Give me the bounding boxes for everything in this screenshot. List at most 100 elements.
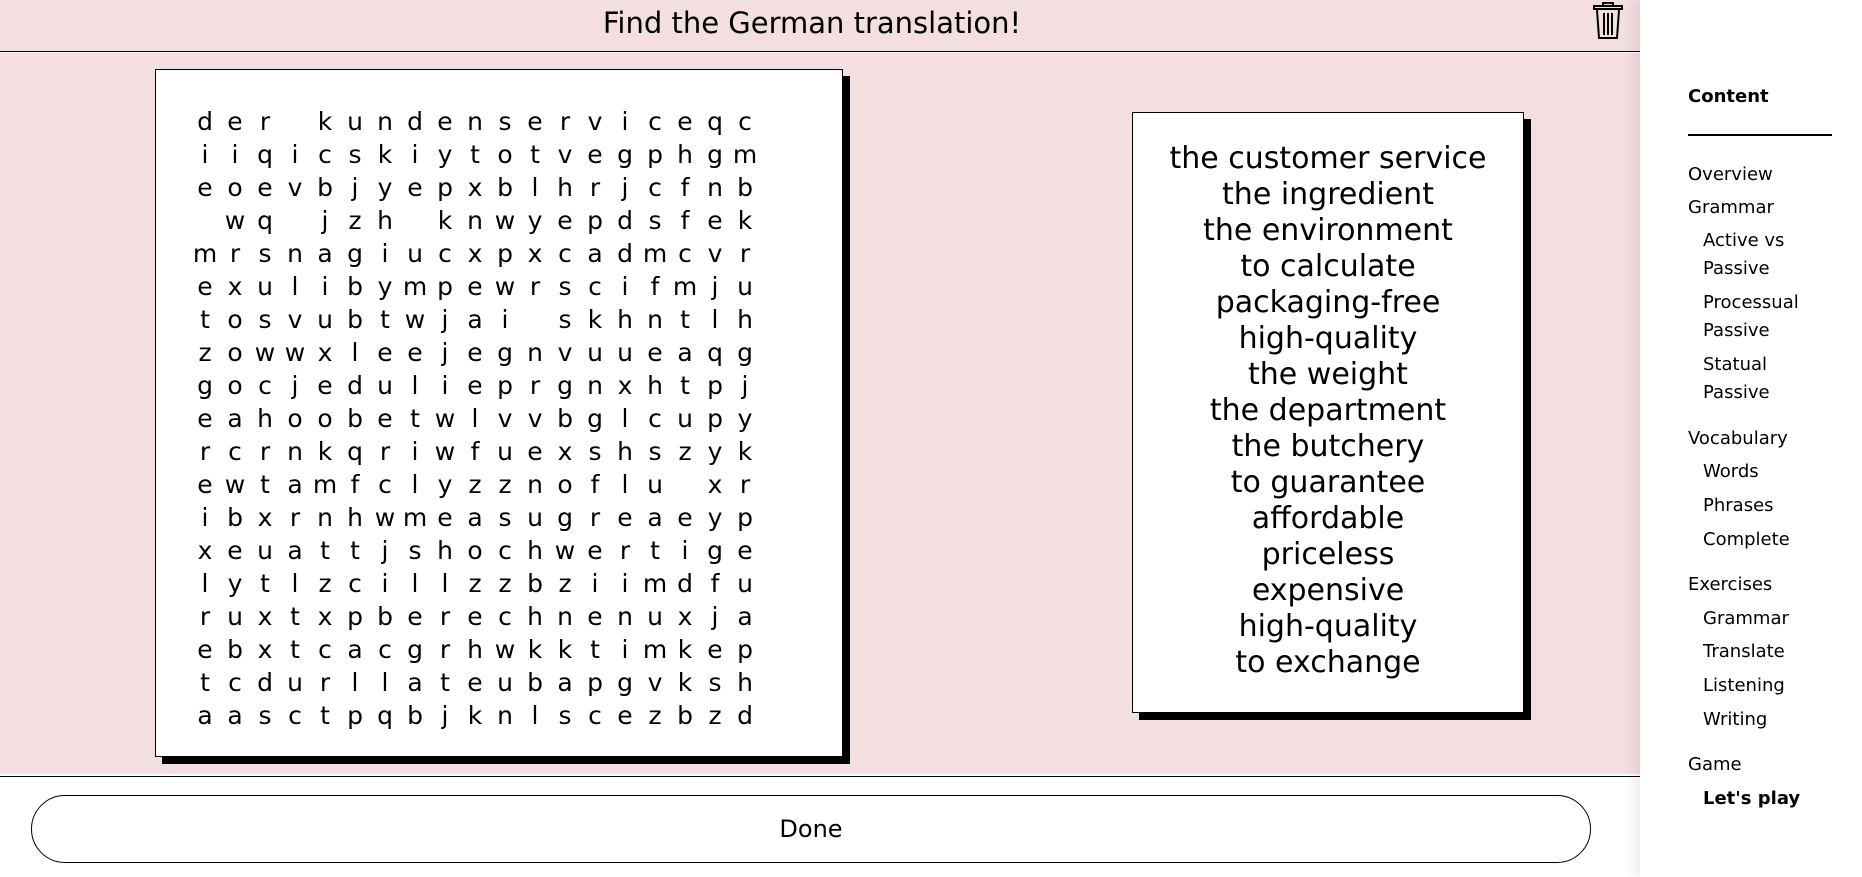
grid-cell[interactable]: z xyxy=(190,336,220,369)
grid-cell[interactable]: m xyxy=(670,270,700,303)
grid-cell[interactable]: d xyxy=(730,699,760,732)
grid-cell[interactable]: f xyxy=(670,204,700,237)
grid-cell[interactable]: a xyxy=(640,501,670,534)
grid-cell[interactable]: b xyxy=(670,699,700,732)
grid-cell[interactable]: l xyxy=(340,666,370,699)
grid-cell[interactable]: s xyxy=(250,699,280,732)
grid-cell[interactable]: l xyxy=(610,402,640,435)
grid-cell[interactable]: r xyxy=(370,435,400,468)
grid-cell[interactable]: x xyxy=(610,369,640,402)
grid-cell[interactable]: t xyxy=(340,534,370,567)
grid-cell[interactable]: h xyxy=(730,666,760,699)
grid-cell[interactable]: l xyxy=(190,567,220,600)
grid-cell[interactable]: e xyxy=(460,600,490,633)
grid-cell[interactable]: t xyxy=(370,303,400,336)
grid-cell[interactable]: t xyxy=(460,138,490,171)
grid-cell[interactable]: e xyxy=(580,600,610,633)
grid-cell[interactable]: h xyxy=(370,204,400,237)
grid-cell[interactable]: u xyxy=(730,270,760,303)
grid-cell[interactable]: p xyxy=(430,270,460,303)
grid-cell[interactable]: w xyxy=(220,204,250,237)
grid-cell[interactable]: s xyxy=(250,237,280,270)
grid-cell[interactable]: c xyxy=(580,699,610,732)
grid-cell[interactable]: s xyxy=(700,666,730,699)
grid-cell[interactable]: q xyxy=(370,699,400,732)
grid-cell[interactable]: x xyxy=(700,468,730,501)
grid-cell[interactable]: y xyxy=(220,567,250,600)
grid-cell[interactable]: o xyxy=(280,402,310,435)
grid-cell[interactable]: a xyxy=(280,534,310,567)
grid-cell[interactable]: v xyxy=(700,237,730,270)
grid-cell[interactable]: k xyxy=(670,666,700,699)
grid-cell[interactable] xyxy=(280,105,310,138)
grid-cell[interactable]: r xyxy=(520,270,550,303)
grid-cell[interactable]: h xyxy=(340,501,370,534)
grid-cell[interactable] xyxy=(670,468,700,501)
grid-cell[interactable]: i xyxy=(490,303,520,336)
grid-cell[interactable] xyxy=(400,204,430,237)
grid-cell[interactable]: u xyxy=(610,336,640,369)
grid-cell[interactable]: g xyxy=(700,138,730,171)
grid-cell[interactable]: g xyxy=(550,369,580,402)
grid-cell[interactable]: c xyxy=(250,369,280,402)
grid-cell[interactable]: b xyxy=(220,501,250,534)
grid-cell[interactable]: e xyxy=(400,336,430,369)
grid-cell[interactable]: a xyxy=(220,402,250,435)
grid-cell[interactable]: n xyxy=(520,468,550,501)
grid-cell[interactable]: f xyxy=(340,468,370,501)
grid-cell[interactable]: n xyxy=(280,237,310,270)
grid-cell[interactable]: t xyxy=(280,600,310,633)
grid-cell[interactable]: m xyxy=(400,501,430,534)
sidebar-item-active-vs-passive[interactable]: Active vs xyxy=(1703,226,1784,255)
grid-cell[interactable]: c xyxy=(640,171,670,204)
grid-cell[interactable]: l xyxy=(520,699,550,732)
grid-cell[interactable]: e xyxy=(250,171,280,204)
grid-cell[interactable]: e xyxy=(460,270,490,303)
grid-cell[interactable]: a xyxy=(280,468,310,501)
grid-cell[interactable]: h xyxy=(670,138,700,171)
grid-cell[interactable]: h xyxy=(520,534,550,567)
grid-cell[interactable]: a xyxy=(310,237,340,270)
grid-cell[interactable]: i xyxy=(430,369,460,402)
grid-cell[interactable]: r xyxy=(310,666,340,699)
grid-cell[interactable]: d xyxy=(250,666,280,699)
grid-cell[interactable]: m xyxy=(640,567,670,600)
grid-cell[interactable]: f xyxy=(580,468,610,501)
grid-cell[interactable]: r xyxy=(430,633,460,666)
grid-cell[interactable]: g xyxy=(400,633,430,666)
grid-cell[interactable]: t xyxy=(430,666,460,699)
grid-cell[interactable]: n xyxy=(610,600,640,633)
grid-cell[interactable]: l xyxy=(400,567,430,600)
grid-cell[interactable]: z xyxy=(460,567,490,600)
grid-cell[interactable]: w xyxy=(490,204,520,237)
grid-cell[interactable]: x xyxy=(460,237,490,270)
grid-cell[interactable]: y xyxy=(700,501,730,534)
sidebar-item-processual-passive-line2[interactable]: Passive xyxy=(1703,316,1770,345)
grid-cell[interactable]: x xyxy=(190,534,220,567)
grid-cell[interactable]: b xyxy=(520,666,550,699)
grid-cell[interactable]: t xyxy=(250,468,280,501)
grid-cell[interactable]: b xyxy=(550,402,580,435)
grid-cell[interactable]: e xyxy=(670,105,700,138)
grid-cell[interactable]: s xyxy=(400,534,430,567)
grid-cell[interactable]: p xyxy=(700,369,730,402)
grid-cell[interactable]: u xyxy=(490,435,520,468)
grid-cell[interactable]: i xyxy=(220,138,250,171)
grid-cell[interactable]: a xyxy=(460,501,490,534)
grid-cell[interactable]: s xyxy=(580,435,610,468)
grid-cell[interactable]: e xyxy=(400,600,430,633)
grid-cell[interactable]: y xyxy=(700,435,730,468)
grid-cell[interactable]: q xyxy=(250,204,280,237)
grid-cell[interactable]: e xyxy=(190,171,220,204)
grid-cell[interactable]: g xyxy=(340,237,370,270)
grid-cell[interactable]: q xyxy=(700,105,730,138)
grid-cell[interactable]: p xyxy=(340,600,370,633)
grid-cell[interactable]: t xyxy=(640,534,670,567)
grid-cell[interactable]: j xyxy=(730,369,760,402)
grid-cell[interactable]: i xyxy=(280,138,310,171)
grid-cell[interactable]: w xyxy=(430,435,460,468)
grid-cell[interactable]: k xyxy=(460,699,490,732)
sidebar-item-exercise-grammar[interactable]: Grammar xyxy=(1703,604,1789,633)
grid-cell[interactable]: s xyxy=(490,105,520,138)
grid-cell[interactable]: r xyxy=(190,435,220,468)
